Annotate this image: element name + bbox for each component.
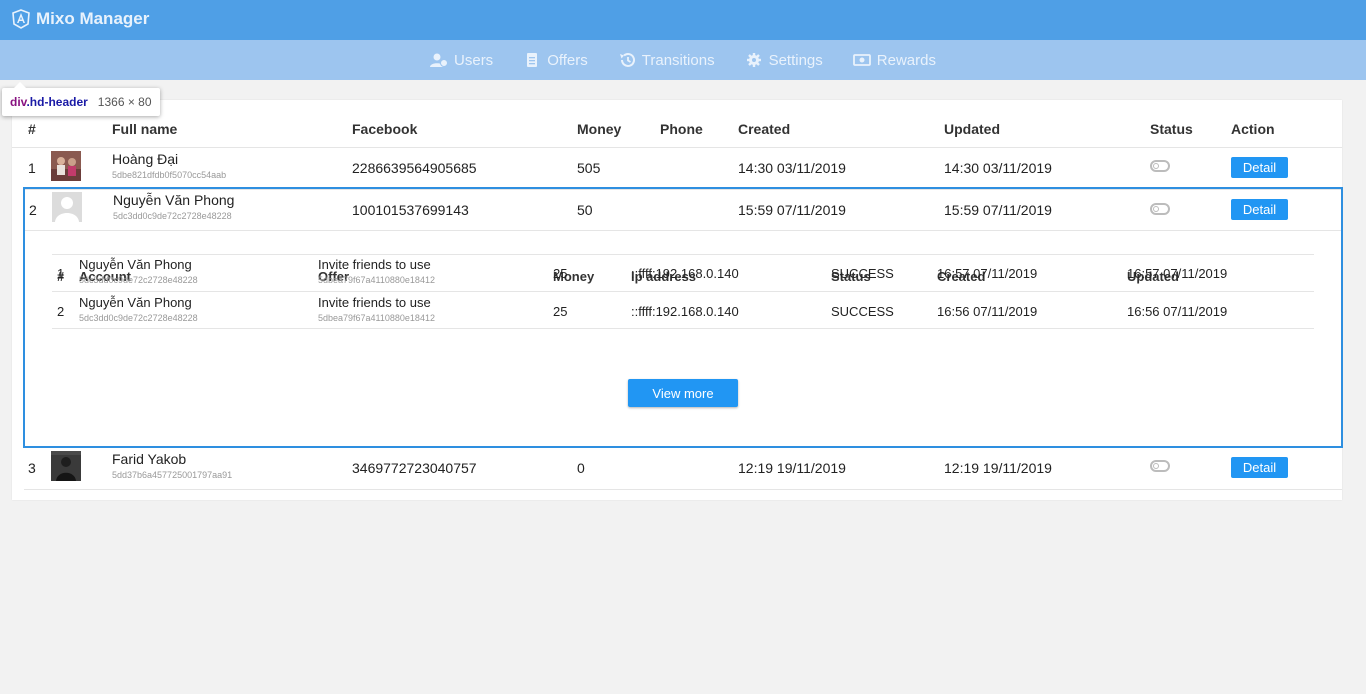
- user-updated: 12:19 19/11/2019: [944, 460, 1052, 476]
- nav-transitions-label: Transitions: [641, 51, 715, 69]
- transaction-index: 2: [57, 304, 65, 319]
- nav-rewards[interactable]: Rewards: [852, 51, 936, 69]
- transaction-account-id: 5dc3dd0c9de72c2728e48228: [79, 275, 198, 285]
- col-phone: Phone: [660, 121, 703, 137]
- expanded-user-row: 2 Nguyễn Văn Phong 5dc3dd0c9de72c2728e48…: [23, 187, 1343, 448]
- hd-header-nav: Users Offers Transitions Settings Reward…: [0, 40, 1366, 80]
- col-facebook: Facebook: [352, 121, 418, 137]
- gear-icon: [746, 53, 761, 67]
- table-row[interactable]: 2 Nguyễn Văn Phong 5dc3dd0c9de72c2728e48…: [25, 189, 1341, 231]
- user-id: 5dbe821dfdb0f5070cc54aab: [112, 170, 227, 180]
- transaction-offer-id: 5dbea79f67a4110880e18412: [318, 313, 435, 323]
- brand[interactable]: Mixo Manager: [12, 9, 149, 29]
- col-index: #: [28, 121, 36, 137]
- transaction-account: Nguyễn Văn Phong: [79, 257, 192, 272]
- tooltip-size: 1366 × 80: [97, 95, 152, 109]
- transaction-updated: 16:56 07/11/2019: [1127, 304, 1228, 319]
- transaction-offer-id: 5dbea79f67a4110880e18412: [318, 275, 435, 285]
- transaction-money: 25: [553, 304, 568, 319]
- user-money: 505: [577, 160, 601, 176]
- nav-settings[interactable]: Settings: [745, 52, 823, 69]
- detail-button[interactable]: Detail: [1231, 157, 1288, 178]
- user-facebook: 100101537699143: [352, 202, 469, 218]
- nav-rewards-label: Rewards: [876, 51, 936, 69]
- user-created: 15:59 07/11/2019: [738, 202, 846, 218]
- user-updated: 14:30 03/11/2019: [944, 160, 1052, 176]
- users-icon: [430, 53, 449, 67]
- nav-settings-label: Settings: [768, 51, 823, 69]
- user-id: 5dd37b6a457725001797aa91: [112, 470, 233, 480]
- history-icon: [619, 52, 635, 67]
- view-more-button[interactable]: View more: [628, 379, 738, 407]
- transaction-account: Nguyễn Văn Phong: [79, 295, 192, 310]
- transaction-row[interactable]: 2 Nguyễn Văn Phong 5dc3dd0c9de72c2728e48…: [52, 292, 1314, 329]
- status-toggle[interactable]: [1150, 160, 1170, 172]
- transaction-ip: ::ffff:192.168.0.140: [631, 304, 739, 319]
- transactions-header: # Account Offer Money Ip address Status …: [52, 229, 1314, 284]
- detail-button[interactable]: Detail: [1231, 199, 1288, 220]
- transaction-status: SUCCESS: [831, 304, 894, 319]
- user-name: Hoàng Đại: [112, 151, 179, 167]
- col-created: Created: [738, 121, 791, 137]
- transaction-ip: ::ffff:192.168.0.140: [631, 266, 739, 281]
- col-full-name: Full name: [112, 121, 178, 137]
- user-name: Nguyễn Văn Phong: [113, 192, 235, 208]
- user-money: 50: [577, 202, 593, 218]
- nav-offers[interactable]: Offers: [523, 52, 588, 69]
- user-created: 12:19 19/11/2019: [738, 460, 846, 476]
- col-updated: Updated: [944, 121, 1000, 137]
- user-facebook: 3469772723040757: [352, 460, 477, 476]
- angular-logo-icon: [12, 9, 30, 29]
- user-updated: 15:59 07/11/2019: [944, 202, 1052, 218]
- status-toggle[interactable]: [1150, 460, 1170, 472]
- user-name: Farid Yakob: [112, 451, 187, 467]
- row-index: 1: [28, 160, 36, 176]
- top-bar: Mixo Manager: [0, 0, 1366, 40]
- user-id: 5dc3dd0c9de72c2728e48228: [113, 211, 232, 221]
- user-money: 0: [577, 460, 585, 476]
- table-row[interactable]: 1 Hoàng Đại 5dbe821dfdb0f5070cc54aab 228…: [24, 148, 1342, 190]
- detail-button[interactable]: Detail: [1231, 457, 1288, 478]
- avatar: [52, 192, 82, 222]
- nav-offers-label: Offers: [547, 51, 588, 69]
- transaction-index: 1: [57, 266, 65, 281]
- avatar: [51, 151, 81, 181]
- avatar: [51, 451, 81, 481]
- money-icon: [852, 54, 871, 66]
- tooltip-tag: div: [10, 95, 27, 109]
- transaction-account-id: 5dc3dd0c9de72c2728e48228: [79, 313, 198, 323]
- user-facebook: 2286639564905685: [352, 160, 477, 176]
- status-toggle[interactable]: [1150, 203, 1170, 215]
- col-action: Action: [1231, 121, 1275, 137]
- inspector-tooltip: div.hd-header 1366 × 80: [2, 82, 160, 116]
- users-table-header: # Full name Facebook Money Phone Created…: [12, 100, 1342, 148]
- transaction-created: 16:56 07/11/2019: [937, 304, 1038, 319]
- row-index: 2: [29, 202, 37, 218]
- nav-users-label: Users: [454, 51, 494, 69]
- transaction-offer: Invite friends to use: [318, 257, 431, 272]
- transaction-status: SUCCESS: [831, 266, 894, 281]
- transaction-offer: Invite friends to use: [318, 295, 431, 310]
- tooltip-class: .hd-header: [26, 95, 88, 109]
- transaction-money: 25: [553, 266, 568, 281]
- transaction-row[interactable]: 1 Nguyễn Văn Phong 5dc3dd0c9de72c2728e48…: [52, 254, 1314, 292]
- nav-transitions[interactable]: Transitions: [618, 52, 715, 69]
- row-index: 3: [28, 460, 36, 476]
- transaction-updated: 16:57 07/11/2019: [1127, 266, 1228, 281]
- app-title: Mixo Manager: [36, 9, 150, 28]
- col-status: Status: [1150, 121, 1193, 137]
- nav-users[interactable]: Users: [430, 52, 493, 69]
- user-created: 14:30 03/11/2019: [738, 160, 846, 176]
- clipboard-icon: [527, 53, 538, 67]
- transaction-created: 16:57 07/11/2019: [937, 266, 1038, 281]
- col-money: Money: [577, 121, 622, 137]
- table-row[interactable]: 3 Farid Yakob 5dd37b6a457725001797aa91 3…: [24, 448, 1342, 490]
